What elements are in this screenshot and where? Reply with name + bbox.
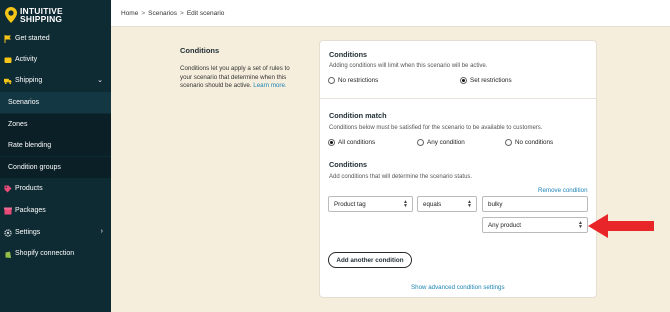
- radio-button[interactable]: [505, 139, 512, 146]
- select-arrows-icon: ▲ ▼: [403, 199, 408, 209]
- tag-icon: [4, 185, 12, 193]
- radio-set-restrictions[interactable]: Set restrictions: [460, 77, 512, 84]
- location-pin-icon: [5, 7, 17, 23]
- select-value: Any product: [488, 221, 522, 229]
- radio-button[interactable]: [460, 77, 467, 84]
- sidebar-item-label: Shopify connection: [15, 250, 75, 257]
- radio-button[interactable]: [328, 77, 335, 84]
- truck-icon: [4, 77, 12, 85]
- radio-label: All conditions: [338, 139, 376, 146]
- flag-icon: [4, 34, 12, 43]
- add-another-condition-button[interactable]: Add another condition: [328, 252, 412, 268]
- sidebar-item-products[interactable]: Products: [0, 178, 111, 199]
- sidebar-item-shopify-connection[interactable]: Shopify connection: [0, 243, 111, 264]
- radio-label: No conditions: [515, 139, 554, 146]
- brand-name: INTUITIVE SHIPPING: [20, 7, 63, 24]
- conditions-rules-title: Conditions: [329, 160, 368, 169]
- select-value: equals: [423, 200, 442, 208]
- conditions-card: Conditions Adding conditions will limit …: [319, 40, 597, 298]
- sidebar-item-label: Scenarios: [8, 99, 40, 106]
- radio-no-restrictions[interactable]: No restrictions: [328, 77, 378, 84]
- learn-more-link[interactable]: Learn more.: [253, 82, 286, 89]
- show-advanced-settings-link[interactable]: Show advanced condition settings: [411, 284, 505, 291]
- radio-label: Any condition: [427, 139, 465, 146]
- sidebar-item-label: Settings: [15, 229, 41, 236]
- select-arrows-icon: ▲ ▼: [467, 199, 472, 209]
- condition-field-select[interactable]: Product tag ▲ ▼: [328, 196, 413, 212]
- condition-scope-select[interactable]: Any product ▲ ▼: [482, 217, 588, 233]
- sidebar-item-label: Rate blending: [8, 142, 52, 149]
- sidebar-item-packages[interactable]: Packages: [0, 200, 111, 221]
- sidebar-item-activity[interactable]: Activity: [0, 49, 111, 70]
- sidebar-item-label: Shipping: [15, 77, 43, 84]
- condition-operator-select[interactable]: equals ▲ ▼: [417, 196, 477, 212]
- sidebar-item-rate-blending[interactable]: Rate blending: [0, 135, 111, 156]
- radio-all-conditions[interactable]: All conditions: [328, 139, 375, 146]
- sidebar-item-label: Zones: [8, 121, 28, 128]
- sidebar-item-label: Get started: [15, 35, 50, 42]
- sidebar-item-shipping[interactable]: Shipping ⌄: [0, 70, 111, 91]
- select-value: Product tag: [334, 200, 366, 208]
- box-icon: [4, 207, 12, 215]
- sidebar-item-scenarios[interactable]: Scenarios: [0, 92, 111, 113]
- radio-label: No restrictions: [338, 77, 379, 84]
- shopify-icon: [4, 250, 12, 258]
- radio-button[interactable]: [328, 139, 335, 146]
- wallet-icon: [4, 56, 12, 64]
- sidebar-item-label: Condition groups: [8, 164, 61, 171]
- remove-condition-link[interactable]: Remove condition: [538, 187, 588, 194]
- sidebar-item-label: Products: [15, 185, 43, 192]
- brand-logo[interactable]: INTUITIVE SHIPPING: [0, 0, 111, 30]
- gear-icon: [4, 228, 12, 237]
- sidebar-item-label: Packages: [15, 207, 46, 214]
- section-title: Conditions: [180, 46, 220, 55]
- chevron-right-icon: ›: [100, 228, 103, 235]
- section-description: Conditions let you apply a set of rules …: [180, 65, 295, 91]
- red-arrow-icon: [588, 214, 654, 238]
- sidebar: INTUITIVE SHIPPING Get started Activity …: [0, 0, 111, 312]
- conditions-subtitle: Adding conditions will limit when this s…: [329, 63, 488, 69]
- sidebar-item-condition-groups[interactable]: Condition groups: [0, 157, 111, 178]
- sidebar-item-get-started[interactable]: Get started: [0, 28, 111, 49]
- select-arrows-icon: ▲ ▼: [578, 220, 583, 230]
- conditions-title: Conditions: [329, 50, 368, 59]
- sidebar-item-zones[interactable]: Zones: [0, 114, 111, 135]
- chevron-down-icon: ⌄: [97, 77, 103, 84]
- breadcrumb-current: Edit scenario: [186, 9, 225, 17]
- sidebar-item-label: Activity: [15, 56, 38, 63]
- radio-label: Set restrictions: [470, 77, 512, 84]
- breadcrumb-home[interactable]: Home: [121, 10, 138, 17]
- conditions-rules-subtitle: Add conditions that will determine the s…: [329, 174, 473, 180]
- condition-match-title: Condition match: [329, 111, 387, 120]
- breadcrumb: Home > Scenarios > Edit scenario: [111, 0, 670, 27]
- divider: [320, 98, 596, 99]
- input-value: bulky: [488, 200, 503, 208]
- radio-any-condition[interactable]: Any condition: [417, 139, 465, 146]
- brand-line-2: SHIPPING: [20, 14, 63, 24]
- condition-value-input[interactable]: bulky: [482, 196, 588, 212]
- sidebar-item-settings[interactable]: Settings ›: [0, 222, 111, 243]
- radio-no-conditions[interactable]: No conditions: [505, 139, 553, 146]
- breadcrumb-scenarios[interactable]: Scenarios: [148, 10, 177, 17]
- breadcrumb-separator: >: [180, 9, 184, 17]
- condition-match-subtitle: Conditions below must be satisfied for t…: [329, 125, 543, 131]
- radio-button[interactable]: [417, 139, 424, 146]
- breadcrumb-separator: >: [141, 9, 146, 17]
